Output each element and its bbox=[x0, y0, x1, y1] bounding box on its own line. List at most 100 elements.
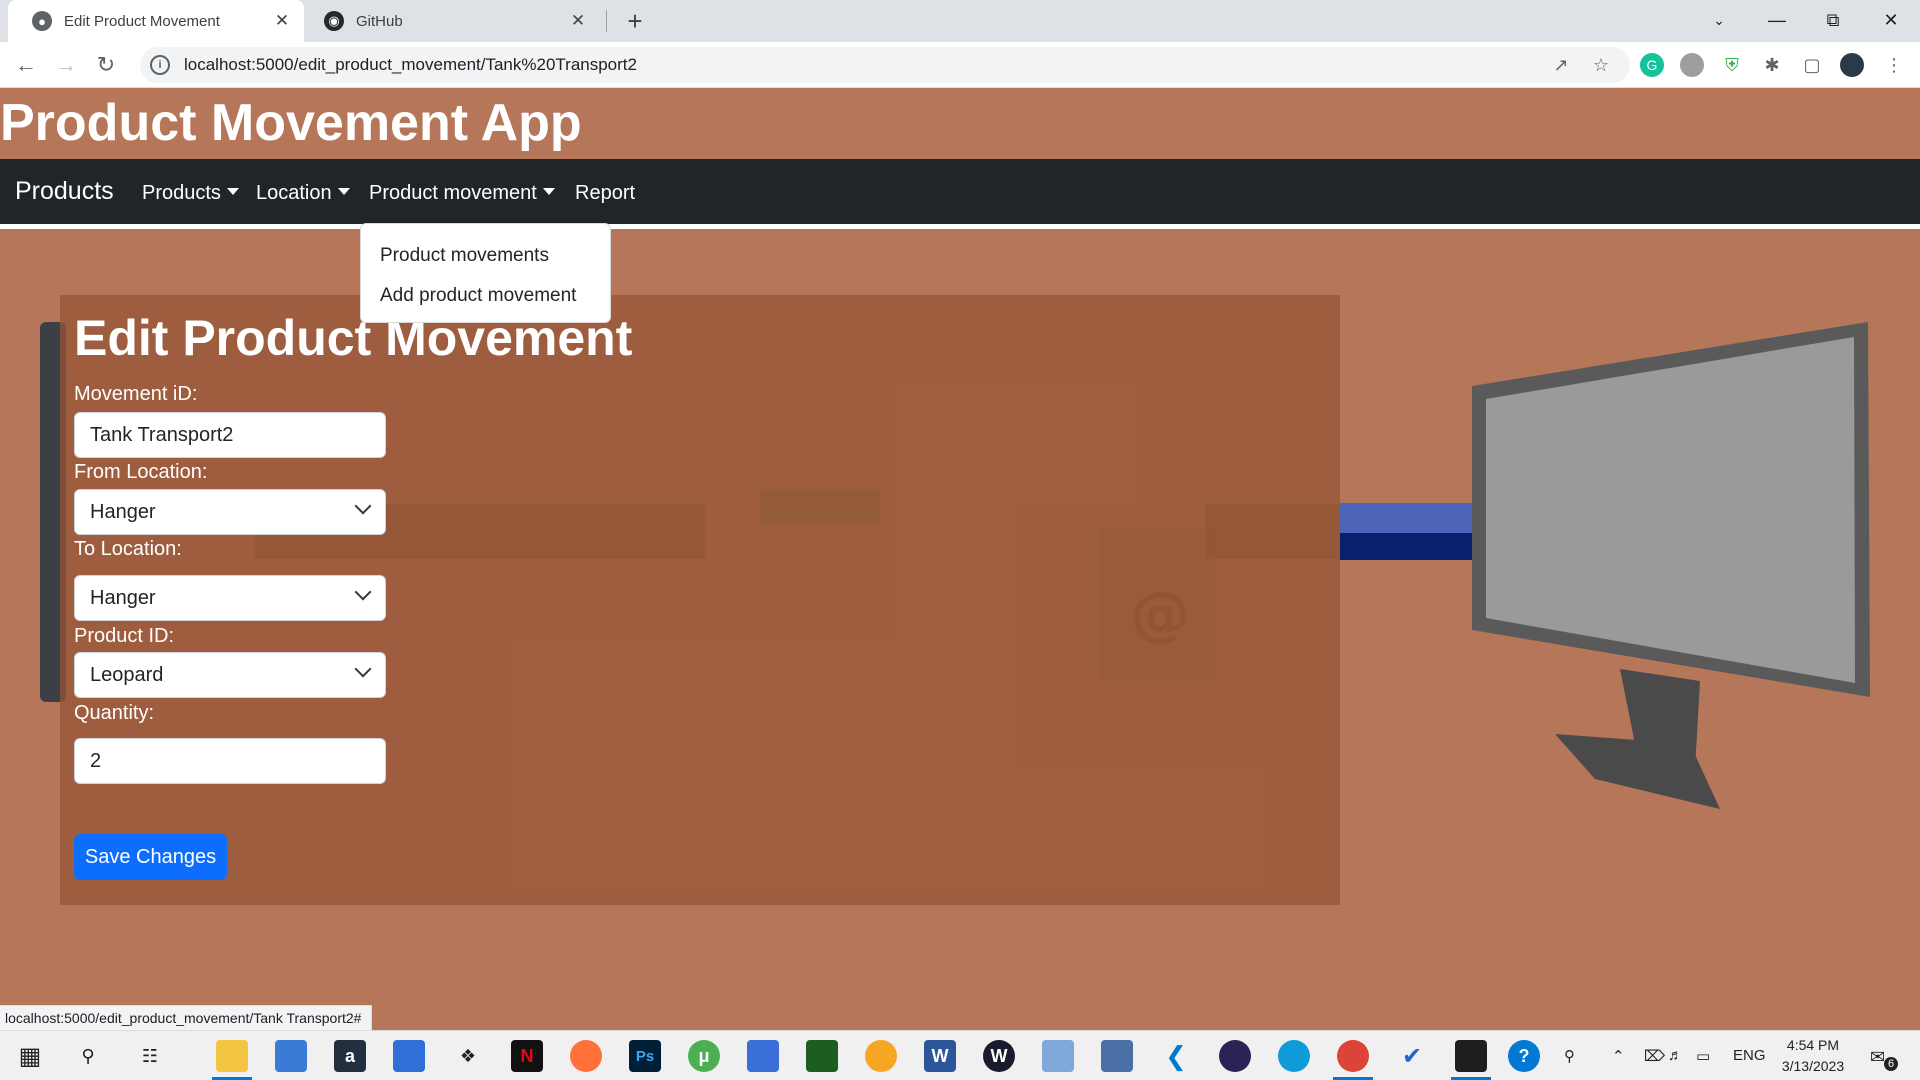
tab-github[interactable]: ◉ GitHub ✕ bbox=[304, 0, 600, 42]
photoshop-icon[interactable]: Ps bbox=[629, 1040, 661, 1072]
side-panel-icon[interactable]: ▢ bbox=[1800, 53, 1824, 77]
restore-icon[interactable]: ⧉ bbox=[1808, 0, 1858, 40]
save-changes-button[interactable]: Save Changes bbox=[74, 834, 227, 880]
chrome-icon[interactable] bbox=[1337, 1040, 1369, 1072]
menu-kebab-icon[interactable]: ⋮ bbox=[1882, 53, 1906, 77]
main-navbar: Products Products Location Product movem… bbox=[0, 159, 1920, 229]
share-icon[interactable]: ↗ bbox=[1549, 53, 1573, 77]
menu-item-add-product-movement[interactable]: Add product movement bbox=[361, 276, 610, 316]
extension-icon[interactable] bbox=[1680, 53, 1704, 77]
from-location-value: Hanger bbox=[90, 500, 156, 523]
netflix-icon[interactable]: N bbox=[511, 1040, 543, 1072]
virtualbox-icon[interactable] bbox=[1042, 1040, 1074, 1072]
word-icon[interactable]: W bbox=[924, 1040, 956, 1072]
app-w-icon[interactable]: W bbox=[983, 1040, 1015, 1072]
movement-id-input[interactable]: Tank Transport2 bbox=[74, 412, 386, 458]
clock-time: 4:54 PM bbox=[1786, 1037, 1840, 1053]
product-movement-menu: Product movements Add product movement bbox=[360, 223, 611, 323]
nav-report-link[interactable]: Report bbox=[575, 182, 635, 205]
nav-label: Products bbox=[142, 182, 221, 204]
video-editor-icon[interactable] bbox=[806, 1040, 838, 1072]
people-icon[interactable]: ⚲ bbox=[1564, 1047, 1575, 1065]
caret-down-icon bbox=[226, 188, 239, 195]
vscode-icon[interactable]: ❮ bbox=[1160, 1040, 1192, 1072]
mysql-workbench-icon[interactable] bbox=[1101, 1040, 1133, 1072]
new-tab-icon[interactable]: + bbox=[620, 6, 650, 36]
profile-avatar[interactable] bbox=[1840, 53, 1864, 77]
page-viewport: @ Product Movement App Products Products… bbox=[0, 89, 1920, 1030]
search-icon[interactable]: ⚲ bbox=[72, 1040, 104, 1072]
movement-id-label: Movement iD: bbox=[74, 383, 198, 405]
globe-icon: ● bbox=[32, 11, 52, 31]
site-info-icon[interactable]: i bbox=[150, 55, 170, 75]
minimize-icon[interactable]: — bbox=[1752, 0, 1802, 40]
notification-count-badge: 6 bbox=[1884, 1057, 1898, 1071]
tab-edit-product-movement[interactable]: ● Edit Product Movement ✕ bbox=[8, 0, 304, 42]
windows-taskbar: ▦ ⚲ ☷ a ❖ N Ps μ W W ❮ ✔ ? ⚲ ⌃ ⌦ ♬ ▭ ENG… bbox=[0, 1030, 1920, 1080]
battery-icon[interactable]: ▭ bbox=[1696, 1047, 1710, 1065]
file-explorer-icon[interactable] bbox=[216, 1040, 248, 1072]
blender-icon[interactable] bbox=[865, 1040, 897, 1072]
taskbar-clock[interactable]: 4:54 PM 3/13/2023 bbox=[1768, 1035, 1858, 1077]
eclipse-icon[interactable] bbox=[1219, 1040, 1251, 1072]
quantity-input[interactable]: 2 bbox=[74, 738, 386, 784]
chevron-down-icon bbox=[354, 497, 372, 515]
shield-extension-icon[interactable]: ⛨ bbox=[1720, 53, 1744, 77]
firefox-icon[interactable] bbox=[570, 1040, 602, 1072]
mail-icon[interactable] bbox=[393, 1040, 425, 1072]
edge-icon[interactable] bbox=[1278, 1040, 1310, 1072]
reload-icon[interactable]: ↻ bbox=[90, 49, 122, 81]
language-indicator[interactable]: ENG bbox=[1733, 1047, 1766, 1064]
media-player-icon[interactable] bbox=[747, 1040, 779, 1072]
to-location-select[interactable]: Hanger bbox=[74, 575, 386, 621]
dropbox-icon[interactable]: ❖ bbox=[452, 1040, 484, 1072]
tab-title: GitHub bbox=[356, 12, 403, 30]
caret-down-icon bbox=[337, 188, 350, 195]
from-location-label: From Location: bbox=[74, 461, 208, 483]
product-id-label: Product ID: bbox=[74, 625, 175, 647]
product-id-value: Leopard bbox=[90, 663, 164, 686]
bookmark-star-icon[interactable]: ☆ bbox=[1589, 53, 1613, 77]
tab-title: Edit Product Movement bbox=[64, 12, 220, 30]
close-window-icon[interactable]: ✕ bbox=[1866, 0, 1916, 40]
close-tab-icon[interactable]: ✕ bbox=[568, 11, 588, 31]
terminal-icon[interactable] bbox=[1455, 1040, 1487, 1072]
quantity-label: Quantity: bbox=[74, 702, 155, 724]
extensions-puzzle-icon[interactable]: ✱ bbox=[1760, 53, 1784, 77]
tab-search-icon[interactable]: ⌄ bbox=[1694, 0, 1744, 40]
browser-tab-strip: ● Edit Product Movement ✕ ◉ GitHub ✕ + ⌄… bbox=[0, 0, 1920, 42]
caret-down-icon bbox=[542, 188, 555, 195]
tray-chevron-up-icon[interactable]: ⌃ bbox=[1612, 1047, 1625, 1065]
to-location-label: To Location: bbox=[74, 538, 182, 560]
nav-product-movement-dropdown[interactable]: Product movement bbox=[369, 182, 555, 205]
status-bar-url: localhost:5000/edit_product_movement/Tan… bbox=[0, 1005, 373, 1031]
to-location-value: Hanger bbox=[90, 586, 156, 609]
from-location-select[interactable]: Hanger bbox=[74, 489, 386, 535]
nav-products-dropdown[interactable]: Products bbox=[142, 182, 239, 205]
notification-icon[interactable]: ✉ bbox=[1870, 1047, 1885, 1068]
volume-icon[interactable]: ♬ bbox=[1668, 1047, 1683, 1064]
amazon-icon[interactable]: a bbox=[334, 1040, 366, 1072]
nav-label: Product movement bbox=[369, 182, 537, 204]
windows-start-icon[interactable]: ▦ bbox=[14, 1040, 46, 1072]
navbar-brand[interactable]: Products bbox=[15, 177, 114, 206]
menu-item-product-movements[interactable]: Product movements bbox=[361, 236, 610, 276]
close-tab-icon[interactable]: ✕ bbox=[272, 11, 292, 31]
store-icon[interactable] bbox=[275, 1040, 307, 1072]
back-icon[interactable]: ← bbox=[10, 49, 42, 81]
help-icon[interactable]: ? bbox=[1508, 1040, 1540, 1072]
address-bar[interactable]: i localhost:5000/edit_product_movement/T… bbox=[140, 47, 1630, 83]
utorrent-icon[interactable]: μ bbox=[688, 1040, 720, 1072]
app-title: Product Movement App bbox=[0, 94, 582, 152]
clock-date: 3/13/2023 bbox=[1781, 1058, 1845, 1074]
wifi-icon[interactable]: ⌦ bbox=[1644, 1047, 1665, 1065]
todo-icon[interactable]: ✔ bbox=[1396, 1040, 1428, 1072]
task-view-icon[interactable]: ☷ bbox=[134, 1040, 166, 1072]
forward-icon[interactable]: → bbox=[50, 49, 82, 81]
browser-toolbar: ← → ↻ i localhost:5000/edit_product_move… bbox=[0, 42, 1920, 88]
product-id-select[interactable]: Leopard bbox=[74, 652, 386, 698]
github-icon: ◉ bbox=[324, 11, 344, 31]
nav-location-dropdown[interactable]: Location bbox=[256, 182, 350, 205]
grammarly-icon[interactable]: G bbox=[1640, 53, 1664, 77]
chevron-down-icon bbox=[354, 660, 372, 678]
